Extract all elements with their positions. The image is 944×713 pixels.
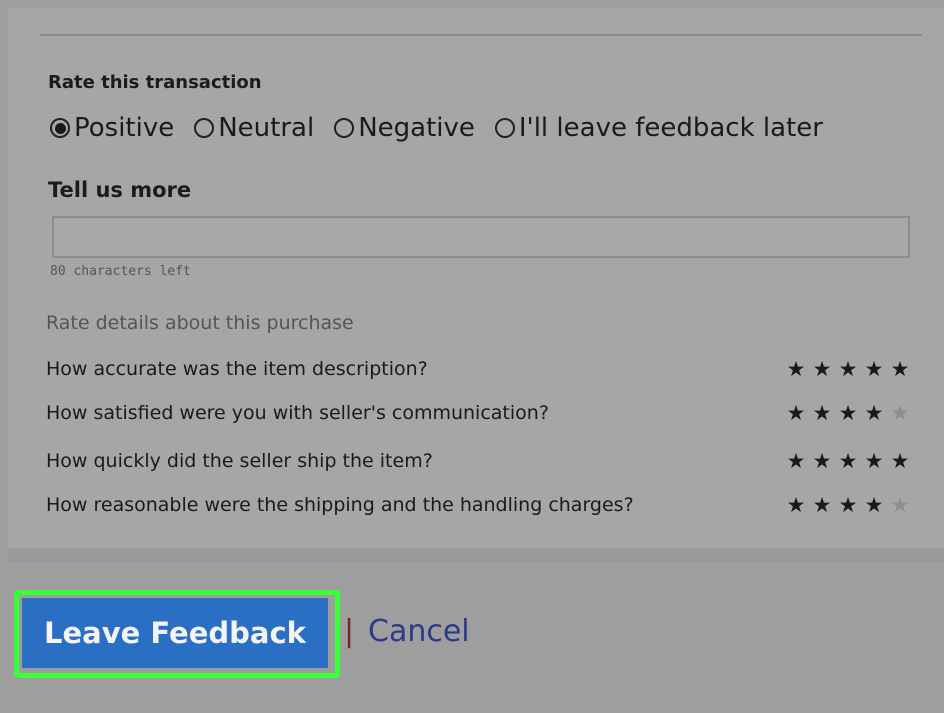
star-empty-icon[interactable]: ★ — [890, 493, 910, 517]
star-filled-icon[interactable]: ★ — [890, 449, 910, 473]
radio-later[interactable]: I'll leave feedback later — [494, 113, 823, 143]
divider — [40, 34, 922, 36]
panel-shadow — [8, 548, 944, 562]
radio-neutral[interactable]: Neutral — [194, 113, 314, 143]
star-empty-icon[interactable]: ★ — [890, 401, 910, 425]
detail-row: How quickly did the seller ship the item… — [46, 446, 910, 476]
action-separator: | — [344, 614, 355, 649]
radio-positive[interactable]: Positive — [50, 113, 174, 143]
question-text: How satisfied were you with seller's com… — [46, 402, 549, 424]
star-filled-icon[interactable]: ★ — [864, 357, 884, 381]
star-filled-icon[interactable]: ★ — [786, 401, 806, 425]
radio-circle-icon[interactable] — [494, 118, 515, 138]
star-filled-icon[interactable]: ★ — [786, 449, 806, 473]
star-filled-icon[interactable]: ★ — [864, 401, 884, 425]
radio-label: Positive — [74, 113, 175, 143]
tell-us-more-heading: Tell us more — [48, 178, 192, 202]
question-text: How accurate was the item description? — [46, 358, 428, 380]
star-filled-icon[interactable]: ★ — [786, 357, 806, 381]
rate-transaction-heading: Rate this transaction — [48, 72, 262, 93]
radio-negative[interactable]: Negative — [334, 113, 475, 143]
radio-circle-icon[interactable] — [194, 118, 215, 138]
radio-label: Neutral — [218, 113, 315, 143]
star-filled-icon[interactable]: ★ — [812, 357, 832, 381]
star-filled-icon[interactable]: ★ — [864, 449, 884, 473]
question-text: How quickly did the seller ship the item… — [46, 450, 433, 472]
star-filled-icon[interactable]: ★ — [838, 493, 858, 517]
radio-circle-icon[interactable] — [50, 118, 70, 138]
star-filled-icon[interactable]: ★ — [838, 449, 858, 473]
star-rating[interactable]: ★ ★ ★ ★ ★ — [786, 493, 910, 517]
detail-row: How accurate was the item description? ★… — [46, 354, 910, 384]
chars-left-counter: 80 characters left — [50, 264, 191, 279]
star-filled-icon[interactable]: ★ — [812, 493, 832, 517]
star-filled-icon[interactable]: ★ — [838, 357, 858, 381]
star-filled-icon[interactable]: ★ — [890, 357, 910, 381]
detail-row: How reasonable were the shipping and the… — [46, 490, 910, 520]
comment-input[interactable] — [52, 216, 910, 258]
detail-row: How satisfied were you with seller's com… — [46, 398, 910, 428]
star-rating[interactable]: ★ ★ ★ ★ ★ — [786, 357, 910, 381]
radio-label: I'll leave feedback later — [518, 113, 823, 143]
radio-label: Negative — [358, 113, 475, 143]
star-rating[interactable]: ★ ★ ★ ★ ★ — [786, 401, 910, 425]
star-rating[interactable]: ★ ★ ★ ★ ★ — [786, 449, 910, 473]
rating-radio-group: Positive Neutral Negative I'll leave fee… — [50, 110, 823, 146]
leave-feedback-button[interactable]: Leave Feedback — [22, 598, 328, 668]
star-filled-icon[interactable]: ★ — [812, 449, 832, 473]
star-filled-icon[interactable]: ★ — [864, 493, 884, 517]
question-text: How reasonable were the shipping and the… — [46, 494, 634, 516]
star-filled-icon[interactable]: ★ — [812, 401, 832, 425]
rate-details-heading: Rate details about this purchase — [46, 312, 354, 334]
star-filled-icon[interactable]: ★ — [838, 401, 858, 425]
radio-circle-icon[interactable] — [334, 118, 355, 138]
star-filled-icon[interactable]: ★ — [786, 493, 806, 517]
cancel-link[interactable]: Cancel — [368, 614, 470, 649]
